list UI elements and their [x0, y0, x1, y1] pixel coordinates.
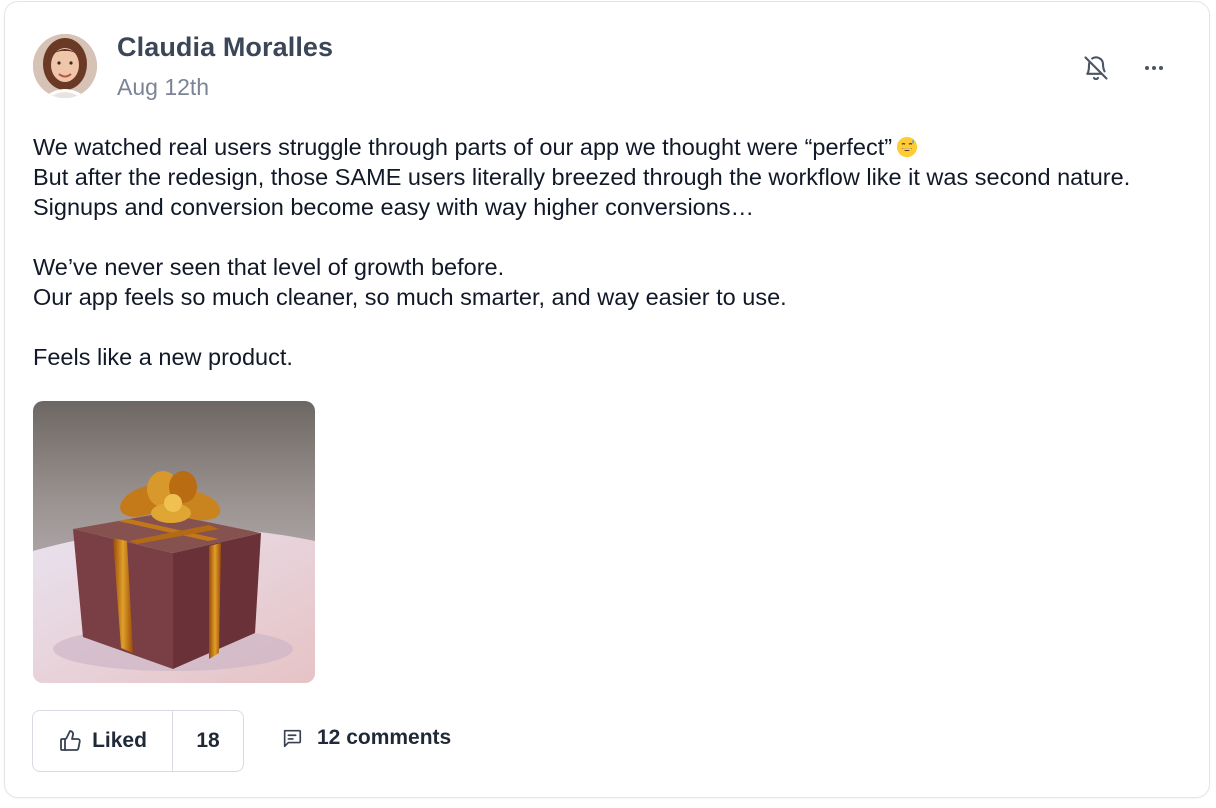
gift-box-image — [33, 401, 315, 683]
post-paragraph: Feels like a new product. — [33, 342, 1183, 372]
comments-label: 12 comments — [317, 726, 452, 749]
thumbs-up-icon — [60, 730, 81, 751]
avatar[interactable] — [33, 34, 97, 98]
bell-off-icon — [1084, 56, 1108, 81]
post-line: But after the redesign, those SAME users… — [33, 164, 1131, 220]
like-control: Liked 18 — [32, 710, 244, 772]
author-name[interactable]: Claudia Moralles — [117, 32, 333, 63]
post-card: Claudia Moralles Aug 12th We watched rea… — [4, 1, 1210, 798]
post-line: Feels like a new product. — [33, 344, 293, 370]
like-count[interactable]: 18 — [173, 711, 243, 771]
more-horizontal-icon — [1145, 66, 1163, 70]
post-image[interactable] — [33, 401, 315, 683]
more-options-button[interactable] — [1136, 50, 1172, 86]
post-paragraph: We’ve never seen that level of growth be… — [33, 252, 1183, 312]
comment-icon — [283, 729, 302, 748]
mute-notifications-button[interactable] — [1078, 50, 1114, 86]
like-button[interactable]: Liked — [33, 711, 173, 771]
like-label: Liked — [92, 729, 147, 752]
post-date: Aug 12th — [117, 74, 210, 100]
post-line: We watched real users struggle through p… — [33, 134, 893, 160]
comments-button[interactable]: 12 comments — [281, 726, 451, 750]
post-paragraph: We watched real users struggle through p… — [33, 132, 1183, 222]
post-line: Our app feels so much cleaner, so much s… — [33, 284, 787, 310]
post-line: We’ve never seen that level of growth be… — [33, 254, 505, 280]
post-body: We watched real users struggle through p… — [33, 132, 1183, 372]
grinning-sweat-emoji — [897, 136, 918, 158]
